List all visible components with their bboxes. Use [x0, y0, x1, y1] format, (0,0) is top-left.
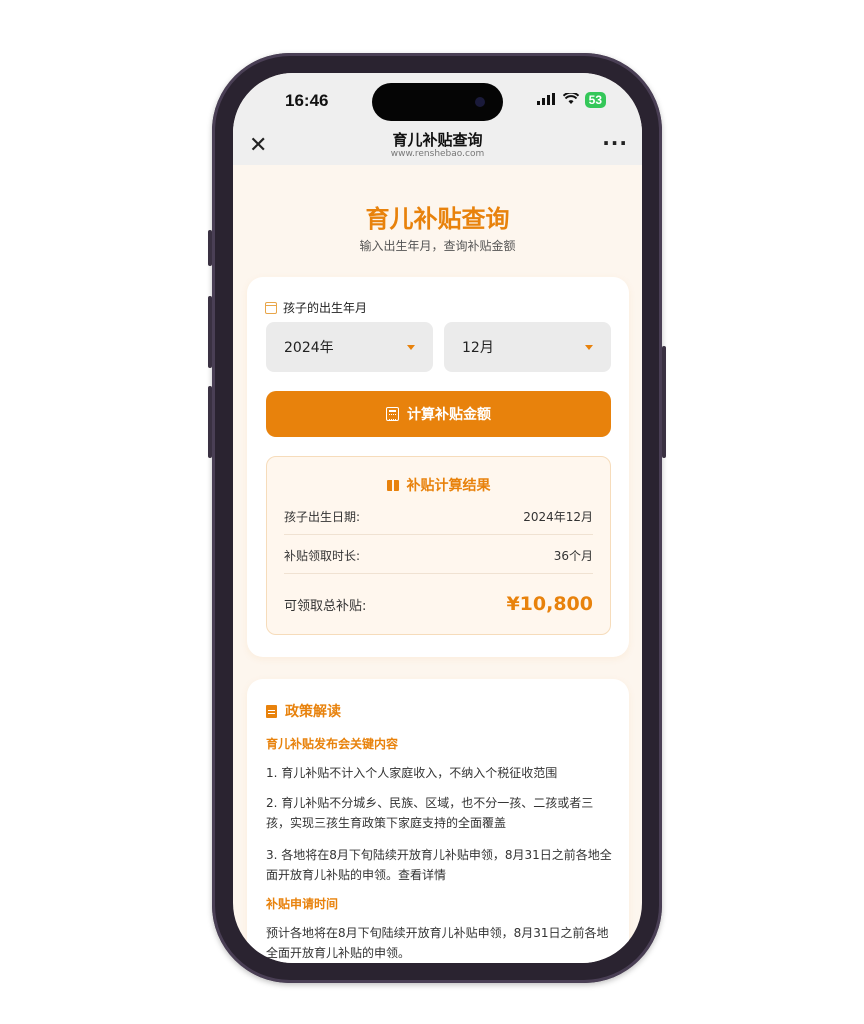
policy-item: 1. 育儿补贴不计入个人家庭收入，不纳入个税征收范围	[266, 766, 558, 780]
page-content: 育儿补贴查询 输入出生年月，查询补贴金额 孩子的出生年月 2024年 12月 计…	[233, 165, 642, 963]
result-row-total: 可领取总补贴: ¥10,800	[284, 593, 593, 615]
month-select-value: 12月	[462, 340, 494, 356]
year-select[interactable]: 2024年	[266, 322, 433, 372]
total-label: 可领取总补贴:	[284, 598, 367, 614]
document-icon	[266, 704, 277, 718]
calculate-button[interactable]: 计算补贴金额	[266, 391, 611, 437]
battery-icon: 53	[584, 91, 606, 108]
result-row-duration: 补贴领取时长: 36个月	[284, 547, 593, 564]
result-row-birth-date: 孩子出生日期: 2024年12月	[284, 508, 593, 525]
status-bar: 16:46 53	[233, 73, 642, 129]
page-subtitle: 输入出生年月，查询补贴金额	[359, 239, 516, 253]
calculate-button-label: 计算补贴金额	[407, 407, 491, 423]
phone-screen: 16:46 53 ✕ 育儿补贴查询 www.renshebao.com ··· …	[233, 73, 642, 963]
divider	[284, 534, 593, 535]
volume-down-button	[208, 386, 212, 458]
status-time: 16:46	[285, 91, 329, 110]
result-label: 孩子出生日期:	[284, 510, 361, 524]
result-title-text: 补贴计算结果	[406, 478, 491, 494]
nav-bar: ✕ 育儿补贴查询 www.renshebao.com ···	[233, 129, 642, 165]
result-label: 补贴领取时长:	[284, 549, 361, 563]
policy-card: 政策解读 育儿补贴发布会关键内容 1. 育儿补贴不计入个人家庭收入，不纳入个税征…	[247, 679, 629, 963]
month-select[interactable]: 12月	[444, 322, 611, 372]
result-title: 补贴计算结果	[267, 475, 610, 495]
year-select-value: 2024年	[284, 340, 334, 356]
more-icon[interactable]: ···	[602, 131, 628, 155]
policy-title: 政策解读	[266, 701, 341, 721]
query-card: 孩子的出生年月 2024年 12月 计算补贴金额 补贴计算结果 孩子出生日期: …	[247, 277, 629, 657]
gift-icon	[386, 479, 399, 491]
divider	[284, 573, 593, 574]
result-value: 36个月	[553, 549, 593, 563]
result-panel: 补贴计算结果 孩子出生日期: 2024年12月 补贴领取时长: 36个月 可领取…	[266, 456, 611, 635]
volume-up-button	[208, 296, 212, 368]
page-title: 育儿补贴查询	[365, 205, 510, 233]
policy-section-title: 补贴申请时间	[266, 897, 339, 911]
chevron-down-icon	[585, 344, 593, 350]
camera-icon	[475, 97, 485, 107]
policy-title-text: 政策解读	[285, 704, 341, 720]
nav-url: www.renshebao.com	[390, 149, 485, 159]
power-button	[662, 346, 666, 458]
calendar-icon	[265, 301, 277, 314]
result-value: 2024年12月	[523, 510, 593, 524]
chevron-down-icon	[407, 344, 415, 350]
policy-section-title: 育儿补贴发布会关键内容	[266, 737, 399, 751]
birth-date-label-text: 孩子的出生年月	[283, 301, 368, 315]
policy-paragraph: 预计各地将在8月下旬陆续开放育儿补贴申领，8月31日之前各地全面开放育儿补贴的申…	[266, 926, 609, 960]
status-icons: 53	[536, 90, 606, 109]
calculator-icon	[386, 407, 399, 421]
wifi-icon	[562, 90, 579, 109]
signal-icon	[536, 91, 557, 109]
policy-item: 3. 各地将在8月下旬陆续开放育儿补贴申领，8月31日之前各地全面开放育儿补贴的…	[266, 848, 612, 882]
total-value: ¥10,800	[506, 593, 593, 615]
dynamic-island	[372, 83, 503, 121]
action-button	[208, 230, 212, 266]
policy-item: 2. 育儿补贴不分城乡、民族、区域，也不分一孩、二孩或者三孩，实现三孩生育政策下…	[266, 796, 594, 830]
birth-date-label: 孩子的出生年月	[265, 299, 367, 316]
nav-title: 育儿补贴查询	[392, 131, 483, 149]
